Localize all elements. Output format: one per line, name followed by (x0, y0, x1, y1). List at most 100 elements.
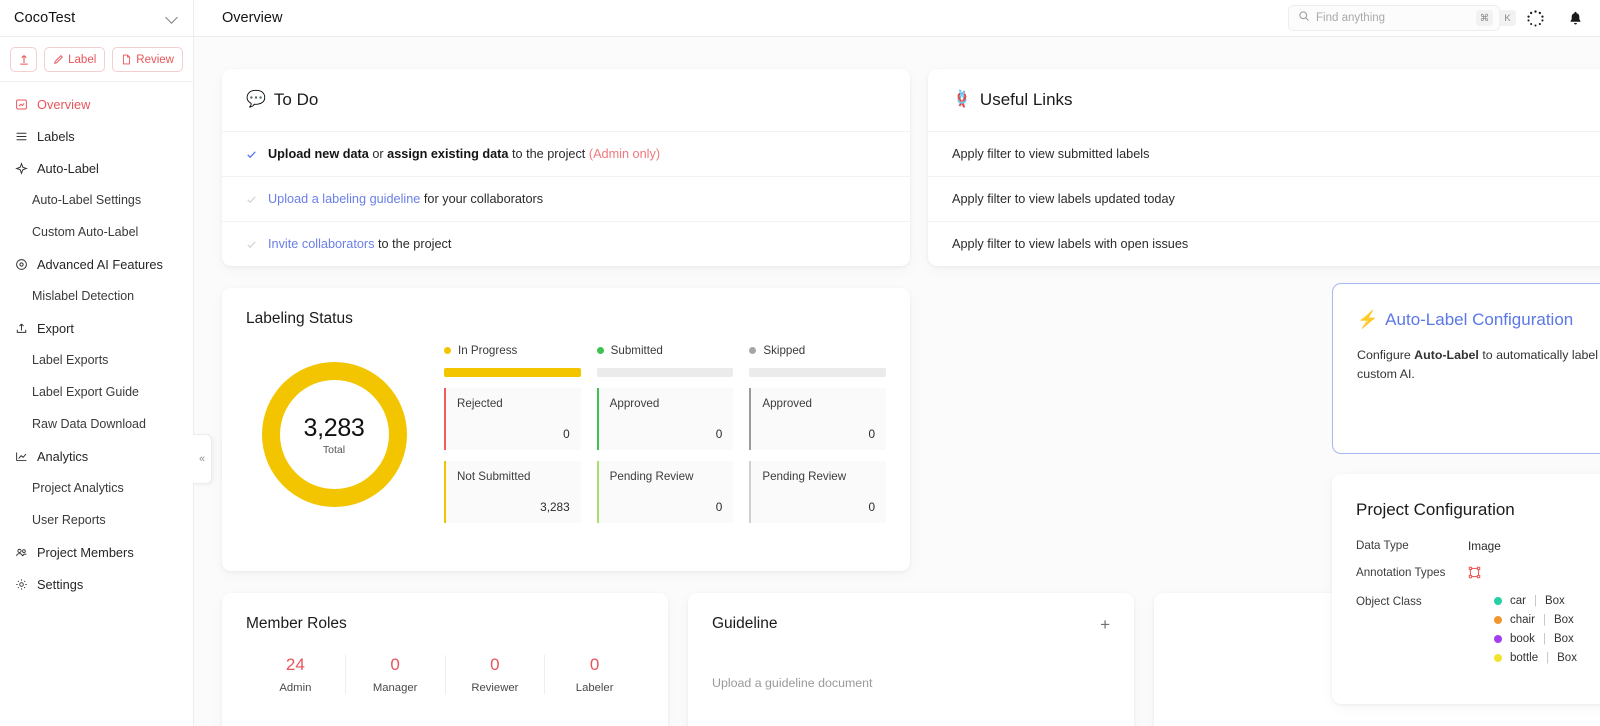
role-labeler[interactable]: 0 Labeler (544, 655, 644, 694)
useful-links-title: Useful Links (979, 90, 1073, 109)
useful-link-text: Apply filter to view labels updated toda… (952, 192, 1175, 206)
sidebar-item-label: Auto-Label Settings (32, 193, 142, 207)
upload-button[interactable] (10, 47, 38, 72)
todo-item-text: Upload new data or assign existing data … (268, 147, 660, 161)
role-label: Reviewer (471, 682, 519, 694)
sidebar-action-buttons: Label Review (0, 37, 193, 82)
sidebar-item-project-members[interactable]: Project Members (0, 536, 193, 568)
auto-label-description: Configure Auto-Label to automatically la… (1357, 346, 1600, 384)
sidebar-item-custom-auto-label[interactable]: Custom Auto-Label (0, 216, 193, 248)
data-type-key: Data Type (1356, 539, 1409, 552)
auto-label-configuration-card[interactable]: ⚡ Auto-Label Configuration Configure Aut… (1332, 283, 1600, 454)
status-column-title: In Progress (458, 344, 518, 357)
class-type: Box (1544, 595, 1565, 607)
status-progress-bar (596, 368, 734, 377)
label-button-text: Label (68, 53, 97, 66)
app-root: CocoTest Label Review Overview Labels Au… (0, 0, 1600, 726)
lightning-icon: ⚡ (1357, 310, 1379, 329)
chevron-down-icon (167, 12, 179, 24)
todo-text-part: Upload new data (268, 147, 369, 161)
label-button[interactable]: Label (44, 47, 106, 72)
sidebar-item-label: Raw Data Download (32, 417, 146, 431)
sidebar-item-labels[interactable]: Labels (0, 120, 193, 152)
global-search[interactable]: ⌘ K (1288, 5, 1516, 31)
stat-value: 0 (715, 500, 723, 514)
object-class-item: car | Box (1494, 595, 1600, 607)
sidebar-item-settings[interactable]: Settings (0, 568, 193, 600)
object-class-list: car | Box chair | Box book | Box bottle … (1468, 595, 1600, 664)
sidebar-item-project-analytics[interactable]: Project Analytics (0, 472, 193, 504)
member-roles-list: 24 Admin 0 Manager 0 Reviewer 0 Labeler (246, 655, 644, 694)
sidebar-item-label: Label Exports (32, 353, 109, 367)
useful-link-item[interactable]: Apply filter to view labels with open is… (928, 221, 1600, 266)
sidebar-item-label: Project Members (37, 544, 134, 560)
check-icon (246, 239, 257, 250)
search-icon (1298, 9, 1310, 27)
status-stat-approved[interactable]: Approved 0 (749, 388, 887, 450)
todo-link[interactable]: Upload a labeling guideline (268, 192, 420, 206)
sidebar-item-advanced-ai-features[interactable]: Advanced AI Features (0, 248, 193, 280)
sidebar-item-overview[interactable]: Overview (0, 88, 193, 120)
role-label: Labeler (575, 682, 614, 694)
todo-item-upload-data[interactable]: Upload new data or assign existing data … (222, 131, 910, 176)
role-label: Manager (372, 682, 418, 694)
object-class-key: Object Class (1356, 595, 1422, 608)
useful-link-item[interactable]: Apply filter to view labels updated toda… (928, 176, 1600, 221)
sidebar-item-label: Custom Auto-Label (32, 225, 139, 239)
stat-label: Approved (609, 397, 660, 410)
labeling-status-body: 3,283 Total In Progress Rejected 0 Not S… (246, 338, 887, 523)
sidebar-item-analytics[interactable]: Analytics (0, 440, 193, 472)
export-icon (14, 321, 28, 335)
status-stat-pending-review[interactable]: Pending Review 0 (749, 461, 887, 523)
add-guideline-icon[interactable]: + (1100, 616, 1110, 633)
status-column-title: Submitted (610, 344, 663, 357)
labeling-status-donut-chart: 3,283 Total (261, 362, 407, 507)
guideline-title: Guideline (712, 615, 778, 632)
search-input[interactable] (1316, 12, 1470, 24)
status-column-header: In Progress (444, 344, 581, 357)
sidebar-item-auto-label-settings[interactable]: Auto-Label Settings (0, 184, 193, 216)
sidebar-item-label-exports[interactable]: Label Exports (0, 344, 193, 376)
todo-item-upload-guideline[interactable]: Upload a labeling guideline for your col… (222, 176, 910, 221)
class-separator: | (1542, 614, 1546, 626)
status-stat-pending-review[interactable]: Pending Review 0 (596, 461, 734, 523)
sidebar-item-auto-label[interactable]: Auto-Label (0, 152, 193, 184)
status-column-header: Skipped (749, 344, 886, 357)
sidebar-item-label-export-guide[interactable]: Label Export Guide (0, 376, 193, 408)
auto-label-desc-bold: Auto-Label (1414, 348, 1479, 362)
member-roles-card: Member Roles 24 Admin 0 Manager 0 Review… (222, 593, 668, 726)
sidebar-item-label: Settings (37, 576, 84, 592)
review-button[interactable]: Review (112, 47, 183, 72)
loading-spinner-icon[interactable] (1526, 9, 1545, 28)
todo-text-part: for your collaborators (420, 192, 544, 206)
page-title: Overview (222, 10, 283, 26)
role-manager[interactable]: 0 Manager (344, 655, 445, 694)
sidebar-item-user-reports[interactable]: User Reports (0, 504, 193, 536)
status-stat-approved[interactable]: Approved 0 (596, 388, 734, 450)
stat-label: Not Submitted (457, 470, 531, 483)
todo-link[interactable]: Invite collaborators (268, 237, 375, 251)
sidebar-item-raw-data-download[interactable]: Raw Data Download (0, 408, 193, 440)
stat-label: Pending Review (609, 470, 694, 483)
role-admin[interactable]: 24 Admin (246, 655, 345, 694)
class-color-dot (1494, 654, 1502, 662)
search-shortcut-cmd: ⌘ (1476, 10, 1493, 26)
object-class-item: bottle | Box (1494, 652, 1600, 664)
status-stat-rejected[interactable]: Rejected 0 (444, 388, 581, 450)
sidebar-item-mislabel-detection[interactable]: Mislabel Detection (0, 280, 193, 312)
todo-item-invite-collaborators[interactable]: Invite collaborators to the project (222, 221, 910, 266)
annotation-types-key: Annotation Types (1356, 566, 1446, 579)
sidebar-item-export[interactable]: Export (0, 312, 193, 344)
sidebar-collapse-handle[interactable]: « (193, 434, 212, 484)
useful-link-item[interactable]: Apply filter to view submitted labels (928, 131, 1600, 176)
project-switcher[interactable]: CocoTest (0, 0, 193, 37)
status-stat-not-submitted[interactable]: Not Submitted 3,283 (444, 461, 581, 523)
main-area: Overview ⌘ K (194, 0, 1600, 726)
class-type: Box (1553, 633, 1574, 645)
role-reviewer[interactable]: 0 Reviewer (444, 655, 545, 694)
bell-icon[interactable] (1567, 10, 1584, 27)
stat-value: 0 (868, 427, 876, 441)
class-color-dot (1494, 616, 1502, 624)
guideline-empty-text[interactable]: Upload a guideline document (712, 676, 1110, 690)
stat-label: Pending Review (762, 470, 847, 483)
